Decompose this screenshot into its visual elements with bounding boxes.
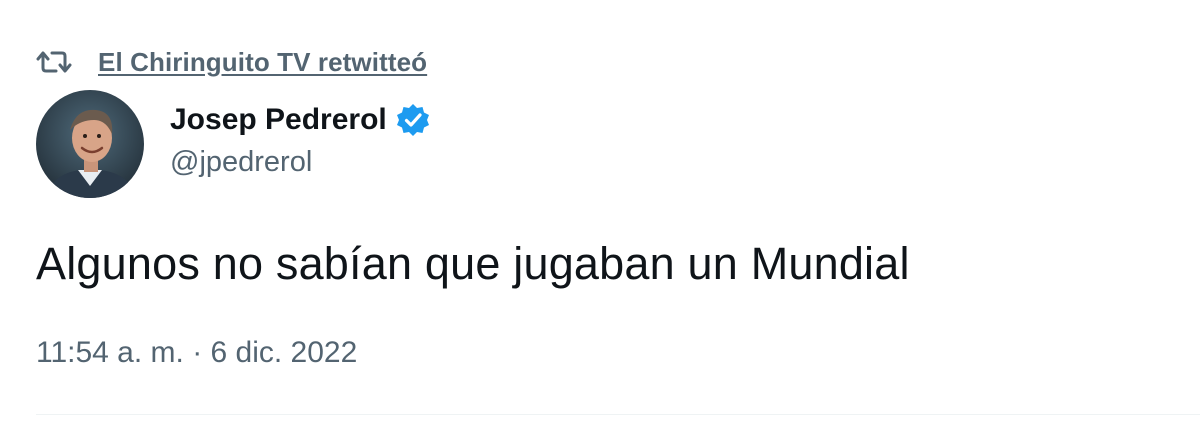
author-handle[interactable]: @jpedrerol [170,146,312,179]
tweet-text: Algunos no sabían que jugaban un Mundial [36,238,910,289]
retweet-context: El Chiringuito TV retwitteó [36,44,427,80]
avatar[interactable] [36,90,144,198]
author-name[interactable]: Josep Pedrerol [170,103,387,137]
tweet-timestamp[interactable]: 11:54 a. m. · 6 dic. 2022 [36,336,357,370]
retweet-icon [36,47,72,77]
verified-badge-icon [395,102,431,138]
author-name-row: Josep Pedrerol [170,98,431,142]
retweeted-by-link[interactable]: El Chiringuito TV retwitteó [98,47,427,78]
divider [36,414,1200,415]
